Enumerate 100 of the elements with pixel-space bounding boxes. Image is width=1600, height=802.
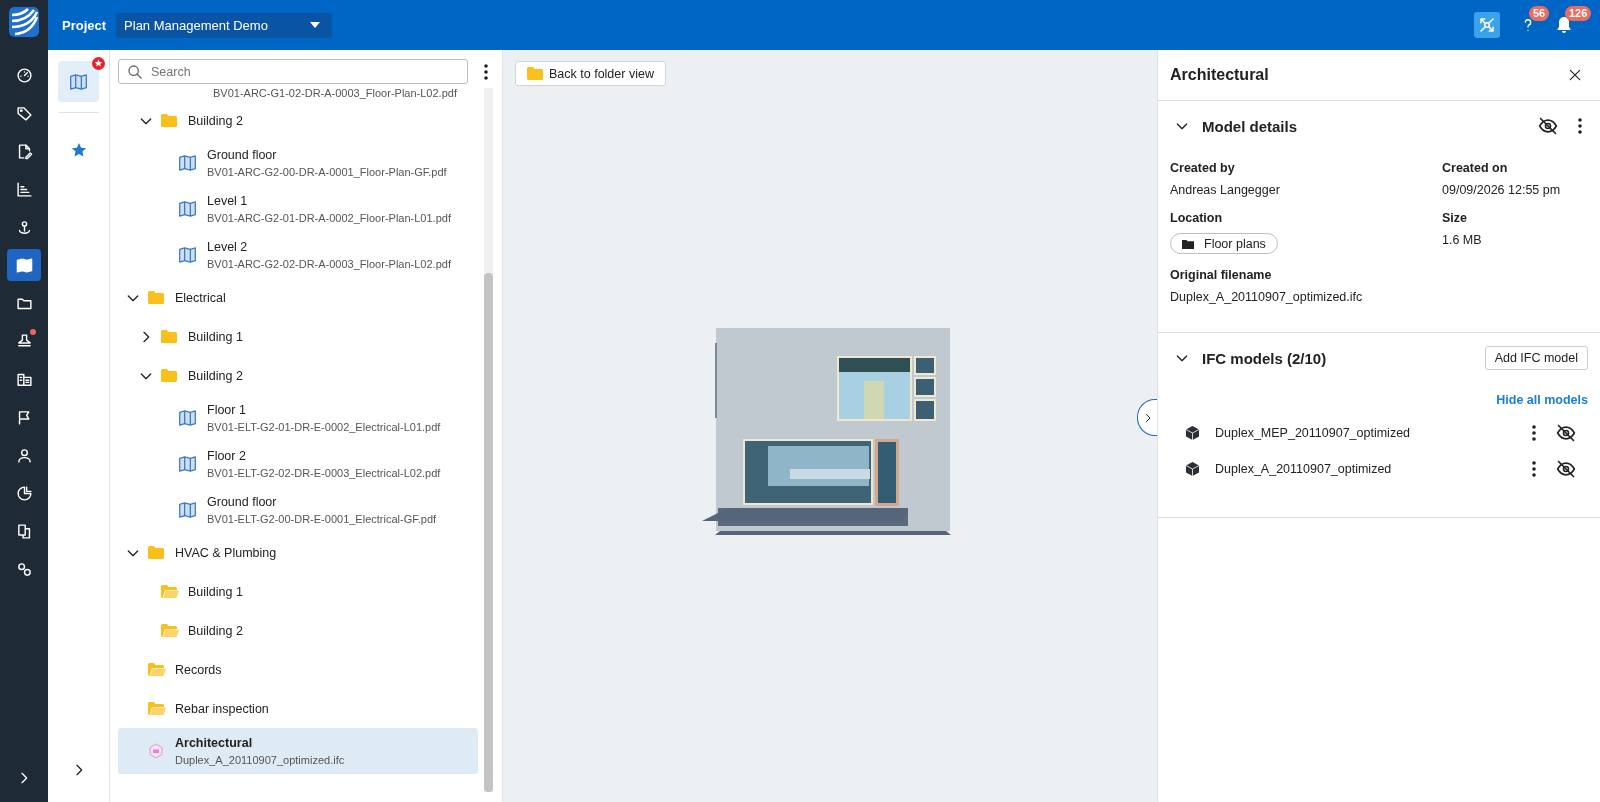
hide-all-link[interactable]: Hide all models	[1496, 393, 1588, 407]
search-field[interactable]: Search	[118, 59, 468, 84]
tree-item[interactable]: Architectural Duplex_A_20110907_optimized.ifc	[118, 728, 478, 774]
map-icon	[179, 155, 196, 171]
tree-item[interactable]: Floor 1 BV01-ELT-G2-01-DR-E-0002_Electrical-L01.pdf	[118, 395, 478, 441]
cube-icon	[1186, 426, 1199, 440]
item-name: Rebar inspection	[175, 701, 269, 716]
eye-off-icon[interactable]	[1556, 459, 1576, 479]
search-icon	[127, 64, 143, 80]
open-folder-icon	[148, 702, 166, 715]
file-name: BV01-ELT-G2-01-DR-E-0002_Electrical-L01.pdf	[207, 421, 441, 433]
tree-item[interactable]: Records	[118, 650, 478, 689]
map-nav-item[interactable]	[7, 249, 41, 281]
tree-item[interactable]: Rebar inspection	[118, 689, 478, 728]
person-icon	[15, 446, 33, 464]
close-button[interactable]	[1568, 68, 1582, 82]
project-select[interactable]: Plan Management Demo	[116, 12, 333, 38]
file-name: BV01-ARC-G1-02-DR-A-0003_Floor-Plan-L02.pdf	[212, 88, 458, 101]
kebab-icon[interactable]	[1532, 425, 1536, 441]
field-label: Size	[1442, 211, 1468, 225]
scrollbar-thumb[interactable]	[484, 273, 493, 792]
tree-item[interactable]: Ground floor BV01-ELT-G2-00-DR-E-0001_Electrical-GF.pdf	[118, 487, 478, 533]
item-name: Building 2	[188, 113, 243, 128]
cube-icon	[148, 743, 164, 759]
gauge-icon	[15, 66, 33, 84]
tree-item[interactable]: Building 1	[118, 572, 478, 611]
field-value: 1.6 MB	[1442, 233, 1483, 247]
item-name: Ground floor	[207, 148, 278, 162]
item-name: Electrical	[175, 290, 226, 305]
item-name: Building 1	[188, 329, 243, 344]
kebab-icon[interactable]	[1532, 461, 1536, 477]
item-name: Level 2	[207, 240, 249, 254]
kebab-icon	[484, 63, 488, 80]
field-label: Original filename	[1170, 268, 1273, 282]
panel-title: Architectural	[1170, 66, 1269, 84]
folder-icon	[527, 67, 543, 80]
tree-item[interactable]: Floor 2 BV01-ELT-G2-02-DR-E-0003_Electrical-L02.pdf	[118, 441, 478, 487]
tree-item[interactable]: Electrical	[118, 278, 478, 317]
map-icon	[15, 256, 33, 274]
add-model-button[interactable]: Add IFC model	[1484, 346, 1588, 370]
tree-item[interactable]: Level 2 BV01-ARC-G2-02-DR-A-0003_Floor-Plan-L02.pdf	[118, 232, 478, 278]
field-value: Andreas Langegger	[1170, 183, 1281, 197]
field-label: Location	[1170, 211, 1224, 225]
item-name: Building 2	[188, 368, 243, 383]
section-heading: Model details	[1202, 117, 1299, 135]
plans-tab[interactable]	[58, 61, 99, 102]
eye-off-icon[interactable]	[1538, 116, 1558, 136]
file-name: BV01-ARC-G2-01-DR-A-0002_Floor-Plan-L01.pdf	[207, 212, 451, 224]
item-name: Records	[175, 662, 222, 677]
caret-icon	[310, 22, 321, 28]
field-label: Created by	[1170, 161, 1236, 175]
field-label: Created on	[1442, 161, 1509, 175]
folder-icon	[148, 546, 164, 559]
file-name: BV01-ARC-G2-02-DR-A-0003_Floor-Plan-L02.pdf	[207, 258, 451, 270]
file-name: Duplex_A_20110907_optimized.ifc	[175, 754, 345, 766]
map-icon	[70, 73, 87, 90]
file-name: BV01-ARC-G2-00-DR-A-0001_Floor-Plan-GF.pdf	[207, 166, 447, 178]
folder-icon	[161, 114, 177, 127]
eye-off-icon[interactable]	[1556, 423, 1576, 443]
close-icon	[1568, 68, 1582, 82]
tree-item[interactable]: Ground floor BV01-ARC-G2-00-DR-A-0001_Floor-Plan-GF.pdf	[118, 140, 478, 186]
logo[interactable]	[9, 7, 39, 37]
tree-item[interactable]: Building 2	[118, 356, 478, 395]
model-name: Duplex_A_20110907_optimized	[1215, 462, 1393, 476]
cube-icon	[1186, 462, 1199, 476]
file-name: BV01-ELT-G2-02-DR-E-0003_Electrical-L02.pdf	[207, 467, 441, 479]
item-name: HVAC & Plumbing	[175, 545, 277, 560]
folder-icon	[161, 369, 177, 382]
open-folder-icon	[148, 663, 166, 676]
folder-icon	[1182, 238, 1194, 249]
open-folder-icon	[161, 585, 179, 598]
star-icon	[70, 141, 87, 158]
kebab-icon[interactable]	[1578, 118, 1582, 134]
field-value: Duplex_A_20110907_optimized.ifc	[1170, 290, 1364, 304]
map-icon	[179, 201, 196, 217]
project-label: Project	[62, 17, 107, 33]
tag-icon	[15, 104, 33, 122]
item-name: Floor 2	[207, 449, 247, 463]
open-folder-icon	[161, 624, 179, 637]
tree-item[interactable]: Building 1	[118, 317, 478, 356]
chart-icon	[15, 180, 33, 198]
folder-icon	[148, 291, 164, 304]
map-icon	[179, 456, 196, 472]
file-name: BV01-ELT-G2-00-DR-E-0001_Electrical-GF.pdf	[207, 513, 437, 525]
documents-icon	[15, 522, 33, 540]
map-icon	[179, 502, 196, 518]
tree-item[interactable]: Building 2	[118, 611, 478, 650]
map-icon	[179, 410, 196, 426]
map-icon	[179, 247, 196, 263]
item-name: Ground floor	[207, 495, 278, 509]
tree-item[interactable]: Level 1 BV01-ARC-G2-01-DR-A-0002_Floor-Plan-L01.pdf	[118, 186, 478, 232]
expand-panel-button[interactable]	[1137, 399, 1157, 436]
item-name: Floor 1	[207, 403, 247, 417]
tree-item[interactable]: HVAC & Plumbing	[118, 533, 478, 572]
tree-item[interactable]: Building 2	[118, 101, 478, 140]
field-value: 09/09/2026 12:55 pm	[1442, 183, 1562, 197]
item-name: Level 1	[207, 194, 249, 208]
back-button[interactable]: Back to folder view	[515, 61, 666, 86]
model-name: Duplex_MEP_20110907_optimized	[1215, 426, 1412, 440]
item-name: Architectural	[175, 736, 254, 750]
